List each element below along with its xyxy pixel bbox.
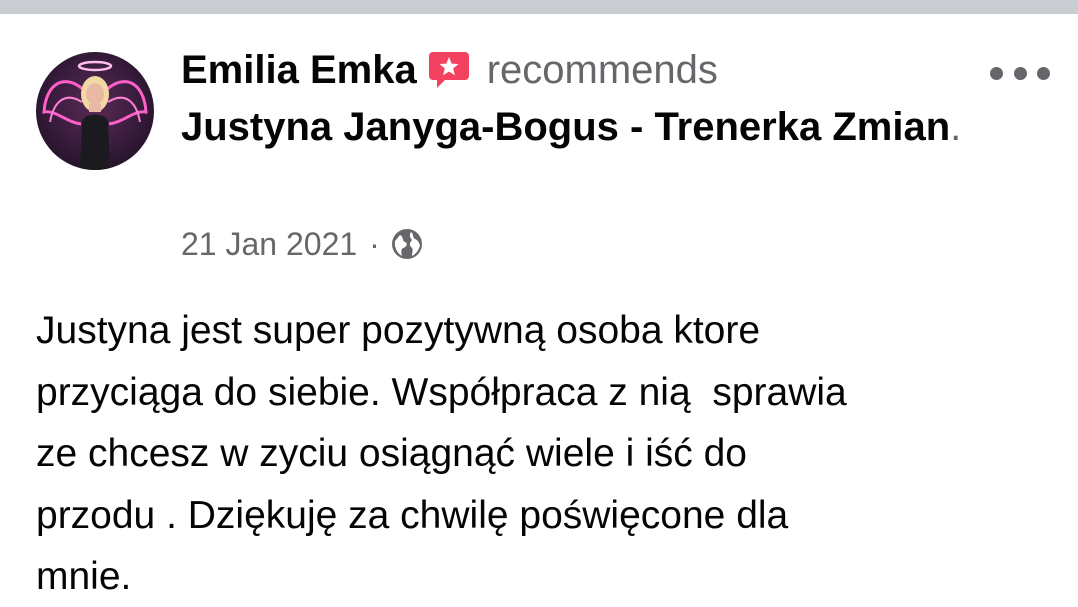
avatar[interactable] <box>36 52 154 170</box>
header-line: Emilia Emka recommends <box>181 42 981 98</box>
more-dot <box>1037 66 1050 80</box>
author-name[interactable]: Emilia Emka <box>181 48 417 93</box>
action-text: recommends <box>486 47 718 92</box>
more-dot <box>990 66 1003 80</box>
recommended-page: Justyna Janyga-Bogus - Trenerka Zmian. <box>181 98 981 156</box>
recommendation-star-icon <box>427 50 471 90</box>
more-dot <box>1013 66 1027 80</box>
more-options-icon[interactable] <box>990 60 1050 86</box>
post-meta: 21 Jan 2021 · <box>181 222 424 266</box>
globe-icon[interactable] <box>390 227 424 261</box>
top-divider <box>0 0 1078 14</box>
recommendation-post: Emilia Emka recommends Justyna Janyga-Bo… <box>0 0 1078 607</box>
post-date[interactable]: 21 Jan 2021 <box>181 226 357 263</box>
recommended-page-link[interactable]: Justyna Janyga-Bogus - Trenerka Zmian <box>181 105 950 149</box>
post-header: Emilia Emka recommends Justyna Janyga-Bo… <box>181 42 981 156</box>
post-text: Justyna jest super pozytywną osoba ktore… <box>36 309 847 598</box>
period: . <box>950 105 962 149</box>
meta-separator: · <box>369 225 380 262</box>
